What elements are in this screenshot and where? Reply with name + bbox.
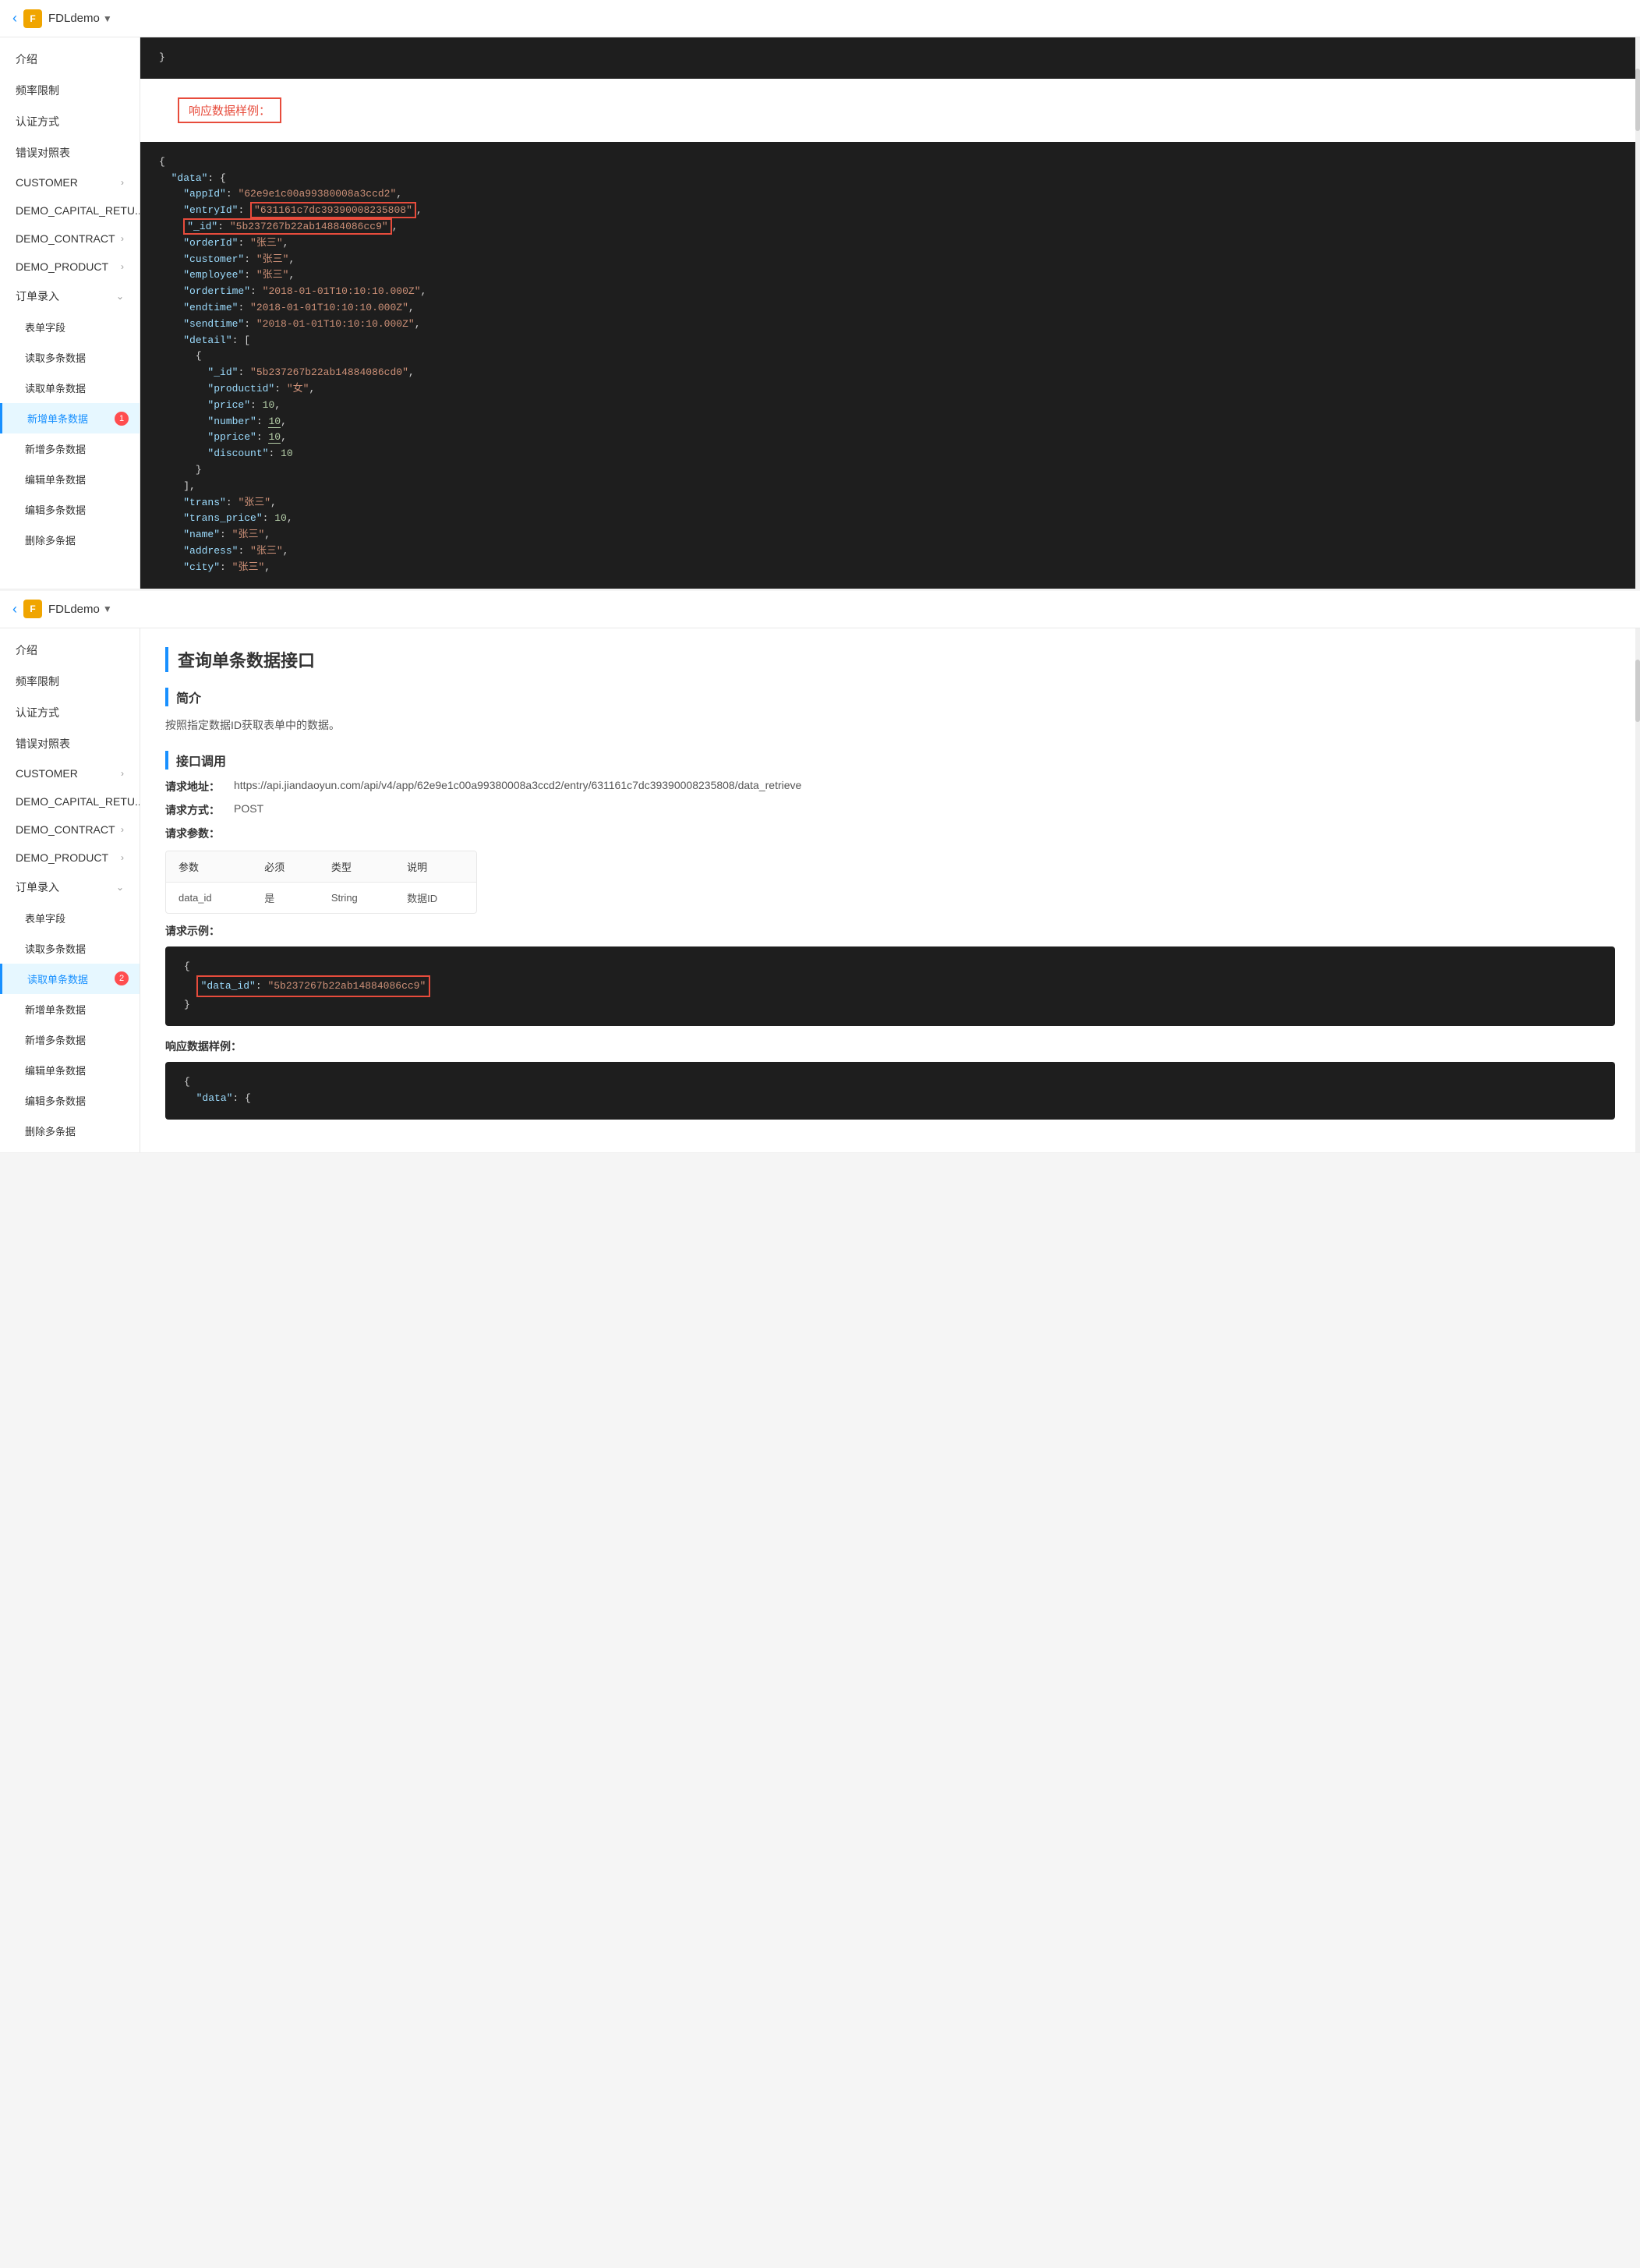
response-code-block-1: { "data": { "appId": "62e9e1c00a99380008… xyxy=(140,142,1640,589)
panel-2: ‹ F FDLdemo ▼ 介绍 频率限制 认证方式 错误对照表 CUSTOME… xyxy=(0,591,1640,1153)
response-example-field: 响应数据样例： xyxy=(165,1038,1615,1054)
arrow-icon: › xyxy=(121,233,124,244)
sidebar-item-formfield-2[interactable]: 表单字段 xyxy=(0,903,140,933)
sidebar-item-contract-2[interactable]: DEMO_CONTRACT › xyxy=(0,816,140,844)
sidebar-item-readsingle-2[interactable]: 读取单条数据 2 xyxy=(0,964,140,994)
request-params-field: 请求参数： xyxy=(165,826,1615,841)
sidebar-item-auth-2[interactable]: 认证方式 xyxy=(0,697,140,728)
col-header-param: 参数 xyxy=(166,851,252,883)
sidebar-item-deletemulti-2[interactable]: 删除多条据 xyxy=(0,1116,140,1146)
cell-type: String xyxy=(319,882,394,913)
sidebar-item-readsingle-1[interactable]: 读取单条数据 xyxy=(0,373,140,403)
sidebar-2: 介绍 频率限制 认证方式 错误对照表 CUSTOMER › DEMO_CAPIT… xyxy=(0,628,140,1152)
request-params-label: 请求参数： xyxy=(165,826,228,841)
sidebar-item-capital-1[interactable]: DEMO_CAPITAL_RETU... › xyxy=(0,196,140,225)
response-label-section-1: 响应数据样例： xyxy=(140,79,1640,142)
request-url-field: 请求地址： https://api.jiandaoyun.com/api/v4/… xyxy=(165,779,1615,794)
back-icon-1[interactable]: ‹ xyxy=(12,10,17,27)
cell-param: data_id xyxy=(166,882,252,913)
sidebar-item-customer-1[interactable]: CUSTOMER › xyxy=(0,168,140,196)
sidebar-item-product-2[interactable]: DEMO_PRODUCT › xyxy=(0,844,140,872)
request-method-label: 请求方式： xyxy=(165,802,228,818)
dropdown-icon-2[interactable]: ▼ xyxy=(103,603,112,614)
expand-down-icon-2: ⌄ xyxy=(116,882,124,893)
sidebar-item-editsingle-2[interactable]: 编辑单条数据 xyxy=(0,1055,140,1085)
response-example-label: 响应数据样例： xyxy=(165,1038,242,1054)
scrollbar-track-1 xyxy=(1635,37,1640,589)
sidebar-item-order-2[interactable]: 订单录入 ⌄ xyxy=(0,872,140,903)
main-content-2: 查询单条数据接口 简介 按照指定数据ID获取表单中的数据。 接口调用 请求地址：… xyxy=(140,628,1640,1152)
col-header-type: 类型 xyxy=(319,851,394,883)
arrow-icon-2a: › xyxy=(121,768,124,779)
sidebar-1: 介绍 频率限制 认证方式 错误对照表 CUSTOMER › DEMO_CAPIT… xyxy=(0,37,140,589)
sidebar-item-errortable-1[interactable]: 错误对照表 xyxy=(0,137,140,168)
response-label-1: 响应数据样例： xyxy=(178,97,281,123)
sidebar-item-addmulti-2[interactable]: 新增多条数据 xyxy=(0,1024,140,1055)
api-title-2: 接口调用 xyxy=(165,751,1615,770)
cell-desc: 数据ID xyxy=(394,882,476,913)
header-bar-2: ‹ F FDLdemo ▼ xyxy=(0,591,1640,628)
app-title-1: FDLdemo xyxy=(48,12,100,25)
sidebar-item-intro-2[interactable]: 介绍 xyxy=(0,635,140,666)
table-row: data_id 是 String 数据ID xyxy=(166,882,476,913)
dropdown-icon-1[interactable]: ▼ xyxy=(103,13,112,24)
panel-1: ‹ F FDLdemo ▼ 介绍 频率限制 认证方式 错误对照表 CUSTOME… xyxy=(0,0,1640,589)
sidebar-item-addmulti-1[interactable]: 新增多条数据 xyxy=(0,433,140,464)
params-table: 参数 必须 类型 说明 data_id 是 String xyxy=(165,851,477,914)
sidebar-item-editsingle-1[interactable]: 编辑单条数据 xyxy=(0,464,140,494)
doc-body-2: 查询单条数据接口 简介 按照指定数据ID获取表单中的数据。 接口调用 请求地址：… xyxy=(140,628,1640,1138)
request-method-value: POST xyxy=(234,802,263,815)
sidebar-item-intro-1[interactable]: 介绍 xyxy=(0,44,140,75)
sidebar-item-capital-2[interactable]: DEMO_CAPITAL_RETU... › xyxy=(0,787,140,816)
request-url-value: https://api.jiandaoyun.com/api/v4/app/62… xyxy=(234,779,801,791)
request-example-field: 请求示例： xyxy=(165,923,1615,939)
expand-down-icon: ⌄ xyxy=(116,291,124,302)
scrollbar-thumb-2[interactable] xyxy=(1635,660,1640,722)
col-header-required: 必须 xyxy=(252,851,319,883)
code-closing-top: } xyxy=(140,37,1640,79)
scrollbar-thumb-1[interactable] xyxy=(1635,69,1640,131)
intro-title-2: 简介 xyxy=(165,688,1615,706)
sidebar-item-editmulti-2[interactable]: 编辑多条数据 xyxy=(0,1085,140,1116)
app-icon-1: F xyxy=(23,9,42,28)
sidebar-item-customer-2[interactable]: CUSTOMER › xyxy=(0,759,140,787)
col-header-desc: 说明 xyxy=(394,851,476,883)
request-example-label: 请求示例： xyxy=(165,923,228,939)
sidebar-item-formfield-1[interactable]: 表单字段 xyxy=(0,312,140,342)
sidebar-item-readmulti-1[interactable]: 读取多条数据 xyxy=(0,342,140,373)
sidebar-item-order-1[interactable]: 订单录入 ⌄ xyxy=(0,281,140,312)
arrow-icon: › xyxy=(121,261,124,272)
badge-2: 2 xyxy=(115,971,129,985)
request-example-code: { "data_id": "5b237267b22ab14884086cc9" … xyxy=(165,946,1615,1026)
sidebar-item-ratelimit-2[interactable]: 频率限制 xyxy=(0,666,140,697)
sidebar-item-editmulti-1[interactable]: 编辑多条数据 xyxy=(0,494,140,525)
app-title-2: FDLdemo xyxy=(48,603,100,616)
request-method-field: 请求方式： POST xyxy=(165,802,1615,818)
sidebar-item-errortable-2[interactable]: 错误对照表 xyxy=(0,728,140,759)
doc-title-2: 查询单条数据接口 xyxy=(165,647,1615,672)
sidebar-item-ratelimit-1[interactable]: 频率限制 xyxy=(0,75,140,106)
header-bar-1: ‹ F FDLdemo ▼ xyxy=(0,0,1640,37)
response-code-block-2: { "data": { xyxy=(165,1062,1615,1120)
sidebar-item-readmulti-2[interactable]: 读取多条数据 xyxy=(0,933,140,964)
cell-required: 是 xyxy=(252,882,319,913)
scrollbar-track-2 xyxy=(1635,628,1640,1152)
arrow-icon-2d: › xyxy=(121,852,124,863)
badge-1: 1 xyxy=(115,412,129,426)
app-icon-2: F xyxy=(23,600,42,618)
sidebar-item-auth-1[interactable]: 认证方式 xyxy=(0,106,140,137)
sidebar-item-deletemulti-1[interactable]: 删除多条据 xyxy=(0,525,140,555)
back-icon-2[interactable]: ‹ xyxy=(12,601,17,617)
main-content-1: } 响应数据样例： { "data": { "appId": "62e9e1c0… xyxy=(140,37,1640,589)
sidebar-item-contract-1[interactable]: DEMO_CONTRACT › xyxy=(0,225,140,253)
sidebar-item-addsingle-2[interactable]: 新增单条数据 xyxy=(0,994,140,1024)
arrow-icon-2c: › xyxy=(121,824,124,835)
arrow-icon: › xyxy=(121,177,124,188)
sidebar-item-product-1[interactable]: DEMO_PRODUCT › xyxy=(0,253,140,281)
intro-text-2: 按照指定数据ID获取表单中的数据。 xyxy=(165,716,1615,735)
sidebar-item-addsingle-1[interactable]: 新增单条数据 1 xyxy=(0,403,140,433)
request-url-label: 请求地址： xyxy=(165,779,228,794)
